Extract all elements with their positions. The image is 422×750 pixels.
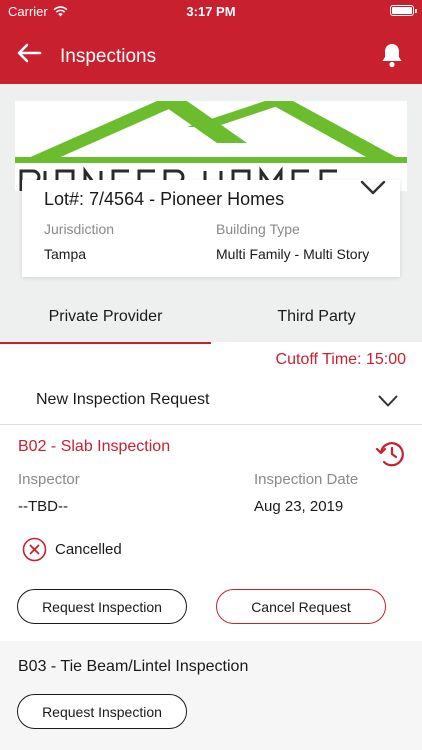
inspection-title: B02 - Slab Inspection (18, 438, 171, 455)
page-title: Inspections (60, 46, 157, 67)
request-inspection-button[interactable]: Request Inspection (17, 694, 187, 729)
provider-tabs: Private Provider Third Party (0, 290, 422, 344)
inspection-date-value: Aug 23, 2019 (254, 498, 344, 515)
new-inspection-request-dropdown[interactable]: New Inspection Request (0, 378, 422, 425)
jurisdiction-label: Jurisdiction (44, 221, 115, 237)
pioneer-homes-logo-image (15, 101, 407, 191)
property-card: Lot#: 7/4564 - Pioneer Homes Jurisdictio… (22, 180, 400, 277)
company-logo (15, 101, 407, 191)
bell-icon[interactable] (380, 42, 404, 68)
request-inspection-button[interactable]: Request Inspection (17, 589, 187, 624)
status-bar: Carrier 3:17 PM (0, 0, 422, 22)
status-time: 3:17 PM (186, 4, 236, 19)
cancel-request-button[interactable]: Cancel Request (216, 589, 386, 624)
lot-title: Lot#: 7/4564 - Pioneer Homes (44, 189, 285, 209)
status-text: Cancelled (55, 541, 122, 558)
building-type-value: Multi Family - Multi Story (216, 246, 370, 262)
cutoff-time: Cutoff Time: 15:00 (275, 351, 406, 368)
tab-third-party[interactable]: Third Party (211, 290, 422, 344)
chevron-down-icon (378, 395, 398, 407)
inspection-item: B03 - Tie Beam/Lintel Inspection Request… (0, 641, 422, 750)
status-badge: Cancelled (22, 537, 122, 562)
nav-bar: Inspections (0, 22, 422, 84)
back-arrow-icon[interactable] (16, 42, 42, 64)
jurisdiction-value: Tampa (44, 246, 87, 262)
inspection-title: B03 - Tie Beam/Lintel Inspection (18, 658, 249, 675)
tab-private-provider[interactable]: Private Provider (0, 290, 211, 344)
building-type-label: Building Type (216, 221, 300, 237)
new-inspection-request-label: New Inspection Request (36, 391, 210, 408)
history-clock-icon[interactable] (374, 440, 406, 468)
inspection-date-label: Inspection Date (254, 471, 359, 488)
battery-icon (390, 5, 417, 16)
inspector-label: Inspector (18, 471, 80, 488)
inspector-value: --TBD-- (18, 498, 68, 515)
inspection-item: B02 - Slab Inspection Inspector --TBD-- … (0, 426, 422, 640)
cancelled-x-icon (22, 537, 47, 562)
chevron-down-icon[interactable] (360, 180, 386, 196)
